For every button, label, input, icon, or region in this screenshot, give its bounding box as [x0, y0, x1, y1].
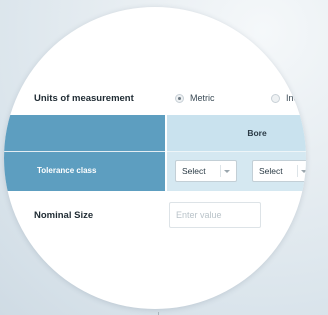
radio-inches[interactable]: Inche — [271, 93, 306, 103]
radio-metric-label: Metric — [190, 93, 215, 103]
chevron-down-icon[interactable] — [224, 170, 230, 173]
select-divider — [297, 165, 298, 177]
tolerance-select-1[interactable]: Select — [175, 160, 237, 182]
magnifier-lens: Units of measurement Metric Inche Bore T… — [4, 7, 306, 309]
tolerance-label: Tolerance class — [37, 166, 97, 175]
tolerance-select-1-value: Select — [182, 166, 206, 176]
radio-metric[interactable]: Metric — [175, 93, 215, 103]
chevron-down-icon[interactable] — [301, 170, 306, 173]
select-divider — [220, 165, 221, 177]
units-label: Units of measurement — [34, 93, 134, 104]
nominal-size-label: Nominal Size — [34, 210, 94, 221]
form-panel: Units of measurement Metric Inche Bore T… — [4, 7, 306, 309]
bore-header-label: Bore — [247, 128, 267, 138]
header-corner-cell — [4, 115, 165, 151]
tolerance-row: Tolerance class Select Select — [4, 151, 306, 191]
tolerance-select-2-value: Select — [259, 166, 283, 176]
radio-inches-dot[interactable] — [271, 93, 280, 103]
table-header-row: Bore — [4, 115, 306, 151]
tolerance-select-2[interactable]: Select — [252, 160, 306, 182]
radio-inches-label: Inche — [286, 93, 306, 103]
radio-metric-dot[interactable] — [175, 93, 184, 103]
nominal-size-input[interactable] — [169, 202, 261, 228]
